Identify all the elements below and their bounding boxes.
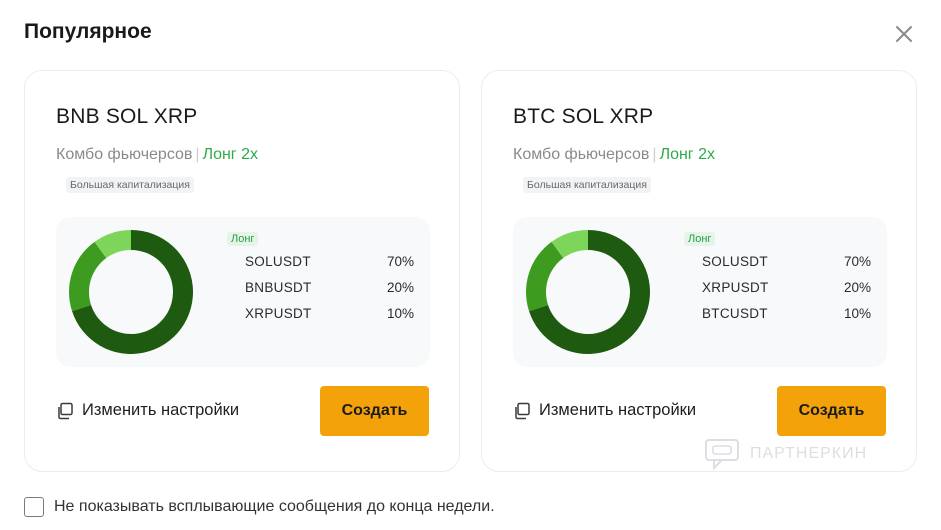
- legend-percent: 10%: [843, 306, 871, 321]
- legend-percent: 70%: [843, 254, 871, 269]
- legend-item: XRPUSDT 10%: [228, 306, 414, 324]
- copy-icon: [58, 402, 73, 420]
- legend-dot: [228, 258, 237, 267]
- watermark-text: ПАРТНЕРКИН: [750, 445, 868, 462]
- change-settings-label: Изменить настройки: [539, 401, 697, 419]
- create-button[interactable]: Создать: [777, 386, 886, 436]
- card-subtitle: Комбо фьючерсов | Лонг 2x: [56, 146, 258, 164]
- allocation-donut-chart: [69, 230, 194, 354]
- strategy-type: Комбо фьючерсов: [513, 146, 650, 163]
- create-button[interactable]: Создать: [320, 386, 429, 436]
- subtitle-separator: |: [652, 146, 657, 163]
- legend-percent: 10%: [386, 306, 414, 321]
- legend-symbol: XRPUSDT: [245, 306, 312, 321]
- category-tag: Большая капитализация: [66, 177, 194, 193]
- legend-item: BNBUSDT 20%: [228, 280, 414, 298]
- donut-slice-bnbusdt: [69, 241, 107, 312]
- category-tag: Большая капитализация: [523, 177, 651, 193]
- dont-show-checkbox[interactable]: [24, 497, 44, 517]
- allocation-donut-chart: [526, 230, 650, 354]
- legend-dot: [228, 284, 237, 293]
- legend-dot: [228, 310, 237, 319]
- leverage-label: Лонг 2x: [659, 146, 715, 163]
- legend-symbol: BNBUSDT: [245, 280, 312, 295]
- card-subtitle: Комбо фьючерсов | Лонг 2x: [513, 146, 715, 164]
- legend-percent: 20%: [843, 280, 871, 295]
- legend-symbol: SOLUSDT: [245, 254, 311, 269]
- legend-dot: [685, 258, 694, 267]
- popular-modal: Популярное BNB SOL XRP Комбо фьючерсов | Л…: [0, 0, 941, 530]
- direction-badge: Лонг: [684, 232, 716, 246]
- allocation-panel: Лонг SOLUSDT 70% XRPUSDT 20% BTCUSDT 10%: [513, 217, 887, 367]
- watermark-logo-icon: [705, 439, 739, 470]
- close-icon: [896, 26, 912, 42]
- legend-dot: [685, 310, 694, 319]
- legend-item: BTCUSDT 10%: [685, 306, 871, 324]
- legend-percent: 70%: [386, 254, 414, 269]
- legend-item: XRPUSDT 20%: [685, 280, 871, 298]
- dont-show-label[interactable]: Не показывать всплывающие сообщения до к…: [54, 498, 495, 516]
- legend-item: SOLUSDT 70%: [228, 254, 414, 272]
- card-title: BTC SOL XRP: [513, 105, 654, 128]
- strategy-type: Комбо фьючерсов: [56, 146, 193, 163]
- strategy-card: BNB SOL XRP Комбо фьючерсов | Лонг 2x Боль…: [24, 70, 460, 472]
- direction-badge: Лонг: [227, 232, 259, 246]
- legend-percent: 20%: [386, 280, 414, 295]
- card-title: BNB SOL XRP: [56, 105, 198, 128]
- legend-dot: [685, 284, 694, 293]
- leverage-label: Лонг 2x: [202, 146, 258, 163]
- legend-symbol: XRPUSDT: [702, 280, 769, 295]
- copy-icon: [515, 402, 530, 420]
- legend-item: SOLUSDT 70%: [685, 254, 871, 272]
- modal-title: Популярное: [24, 20, 152, 43]
- subtitle-separator: |: [195, 146, 200, 163]
- close-button[interactable]: [892, 22, 916, 46]
- strategy-card: BTC SOL XRP Комбо фьючерсов | Лонг 2x Боль…: [481, 70, 917, 472]
- change-settings-label: Изменить настройки: [82, 401, 240, 419]
- allocation-panel: Лонг SOLUSDT 70% BNBUSDT 20% XRPUSDT 10%: [56, 217, 430, 367]
- legend-symbol: BTCUSDT: [702, 306, 768, 321]
- donut-slice-xrpusdt: [526, 241, 564, 312]
- legend-symbol: SOLUSDT: [702, 254, 768, 269]
